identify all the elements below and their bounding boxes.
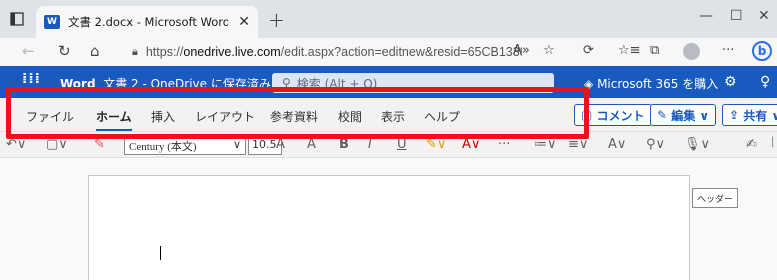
scrollbar-handle[interactable]: │ [770,138,775,148]
text-cursor [160,246,161,260]
close-tab-icon[interactable]: ✕ [238,14,250,30]
header-label[interactable]: ヘッダー [692,188,739,208]
grow-font-icon[interactable]: A [276,137,285,152]
url-text: https://onedrive.live.com/edit.aspx?acti… [145,44,522,59]
read-aloud-icon[interactable]: A» [513,43,530,58]
highlight-annotation-box [6,87,589,139]
share-button[interactable]: ⇪ 共有 ∨ [722,104,777,126]
bold-icon[interactable]: B [339,137,349,152]
bing-chat-icon[interactable]: b [752,41,772,61]
favorite-star-icon[interactable]: ☆ [543,43,555,58]
pencil-icon: ✎ [657,108,668,122]
back-icon[interactable]: ← [22,42,35,60]
tab-title: 文書 2.docx - Microsoft Word On [68,15,228,29]
collections-icon[interactable]: ⧉ [650,43,659,58]
minimize-icon[interactable]: — [699,8,713,24]
url-field[interactable]: 🔒︎ https://onedrive.live.com/edit.aspx?a… [128,40,558,63]
browser-tab-strip: W 文書 2.docx - Microsoft Word On ✕ + — ☐ … [0,0,777,38]
word-app-icon: W [44,15,60,29]
highlight-color-icon[interactable]: ✎∨ [426,137,446,152]
clipboard-icon[interactable]: ▢∨ [46,137,68,152]
settings-gear-icon[interactable]: ⚙ [724,74,737,90]
format-painter-icon[interactable]: ✎ [94,137,105,152]
find-icon[interactable]: ⚲∨ [646,137,665,152]
favorites-list-icon[interactable]: ☆≡ [618,43,641,58]
document-page[interactable] [88,175,690,280]
buy-365-button[interactable]: ◈ Microsoft 365 を購入 [584,75,718,92]
dictate-icon[interactable]: 🎙︎∨ [684,137,710,152]
browser-tab[interactable]: W 文書 2.docx - Microsoft Word On ✕ [36,6,258,38]
italic-icon[interactable]: I [368,137,372,152]
home-icon[interactable]: ⌂ [90,42,100,60]
font-color-icon[interactable]: A∨ [462,137,480,152]
maximize-icon[interactable]: ☐ [730,8,743,24]
window-close-icon[interactable]: ✕ [758,8,770,24]
more-font-options-icon[interactable]: ··· [498,137,510,152]
extensions-icon[interactable]: ⟳ [583,43,594,58]
bullets-icon[interactable]: ≔∨ [534,137,557,152]
styles-icon[interactable]: A∨ [608,137,626,152]
tab-actions-icon[interactable] [8,10,26,28]
refresh-icon[interactable]: ↻ [58,42,71,60]
app-launcher-icon[interactable]: ⁞⁞⁞ [22,71,41,87]
address-bar-row: ← ↻ ⌂ 🔒︎ https://onedrive.live.com/edit.… [0,38,777,66]
share-icon: ⇪ [729,108,740,122]
account-icon[interactable]: ♀ [760,74,770,90]
underline-icon[interactable]: U [397,137,407,152]
new-tab-icon[interactable]: + [268,8,285,32]
editor-icon[interactable]: ✍ [746,137,757,152]
document-canvas [0,158,777,280]
shrink-font-icon[interactable]: A [307,137,316,152]
align-icon[interactable]: ≡∨ [568,137,588,152]
edit-mode-button[interactable]: ✎ 編集 ∨ [650,104,717,126]
undo-icon[interactable]: ↶∨ [6,137,26,152]
lock-icon: 🔒︎ [132,44,138,58]
more-options-icon[interactable]: ··· [722,43,734,58]
profile-avatar[interactable] [683,43,700,60]
